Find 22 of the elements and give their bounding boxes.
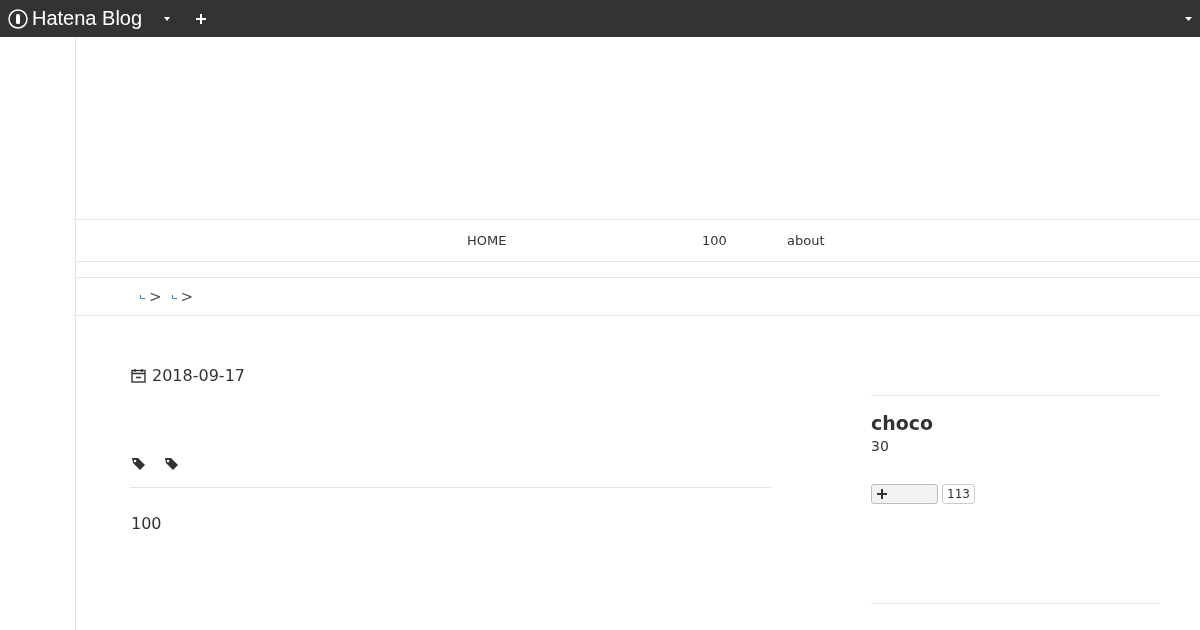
- plus-icon[interactable]: [196, 13, 207, 24]
- tag-icon[interactable]: [131, 457, 146, 471]
- plus-icon: [877, 489, 887, 499]
- nav-link[interactable]: 100: [702, 233, 727, 248]
- entry-body: 100: [131, 514, 163, 533]
- calendar-icon: [131, 368, 146, 383]
- breadcrumb-separator: >: [149, 287, 162, 306]
- logo-icon: [8, 8, 28, 29]
- breadcrumb-separator: >: [180, 287, 194, 306]
- logo-text[interactable]: Hatena Blog: [32, 7, 143, 30]
- caret-icon[interactable]: [1185, 16, 1192, 21]
- follow-button[interactable]: [871, 484, 938, 504]
- nav-link[interactable]: about: [787, 233, 825, 248]
- link-icon[interactable]: [171, 294, 177, 299]
- tag-icon[interactable]: [164, 457, 179, 471]
- caret-icon[interactable]: [164, 16, 171, 21]
- follower-count: 113: [942, 484, 975, 504]
- nav-link[interactable]: HOME: [467, 233, 507, 248]
- author-description: 30: [871, 438, 890, 454]
- author-name[interactable]: choco: [871, 412, 1160, 434]
- entry-date: 2018-09-17: [152, 366, 245, 385]
- link-icon[interactable]: [140, 294, 145, 299]
